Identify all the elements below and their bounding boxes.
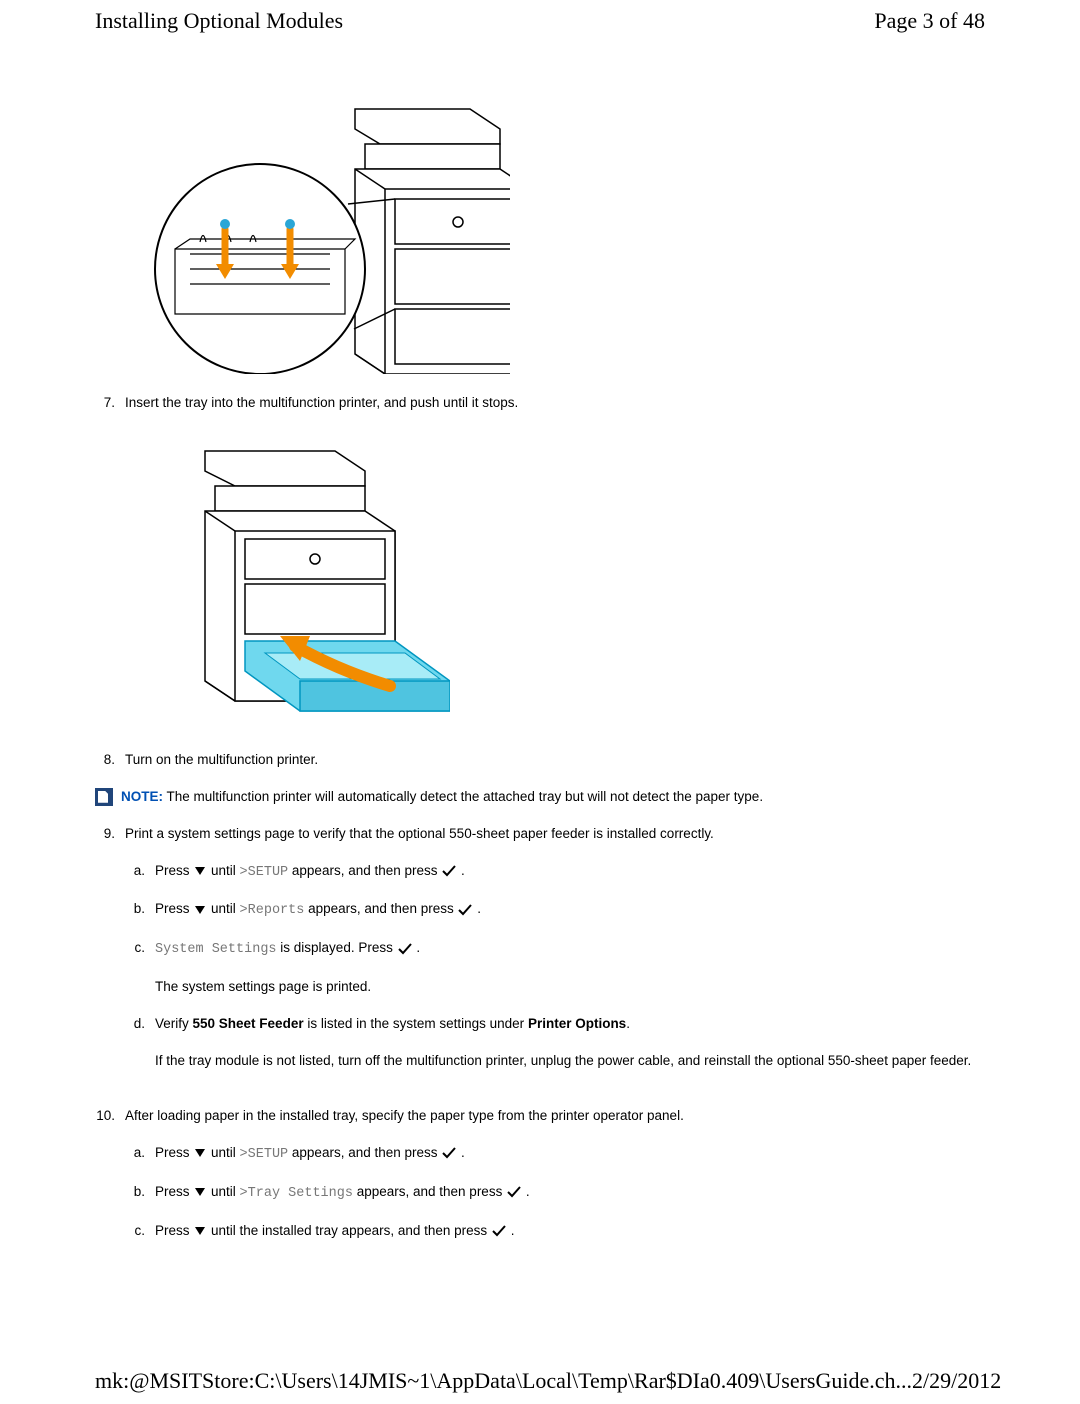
step-text: Turn on the multifunction printer.: [125, 751, 985, 770]
substep-number: c.: [125, 939, 155, 997]
substep-text: Press until >SETUP appears, and then pre…: [155, 1144, 985, 1165]
note-text: NOTE: The multifunction printer will aut…: [121, 788, 763, 807]
footer-date: 2/29/2012: [912, 1368, 1001, 1394]
substep-number: a.: [125, 862, 155, 883]
down-arrow-icon: [194, 1226, 206, 1236]
substep-text: Press until >Tray Settings appears, and …: [155, 1183, 985, 1204]
step-number: 10.: [95, 1107, 125, 1259]
step-text: Insert the tray into the multifunction p…: [125, 394, 985, 413]
page-indicator: Page 3 of 48: [874, 8, 985, 34]
figure-printer-tray: [150, 431, 985, 731]
check-icon: [492, 1225, 506, 1237]
substep-number: a.: [125, 1144, 155, 1165]
down-arrow-icon: [194, 1187, 206, 1197]
figure-printer-zoom: [130, 74, 985, 374]
step-number: 8.: [95, 751, 125, 770]
step-number: 7.: [95, 394, 125, 413]
substep-text: Verify 550 Sheet Feeder is listed in the…: [155, 1015, 985, 1071]
step-text: Print a system settings page to verify t…: [125, 825, 985, 1089]
step-text: After loading paper in the installed tra…: [125, 1107, 985, 1259]
check-icon: [442, 865, 456, 877]
substep-number: c.: [125, 1222, 155, 1241]
substep-number: d.: [125, 1015, 155, 1071]
footer-path: mk:@MSITStore:C:\Users\14JMIS~1\AppData\…: [95, 1368, 912, 1394]
check-icon: [507, 1186, 521, 1198]
page-title: Installing Optional Modules: [95, 8, 343, 34]
check-icon: [398, 943, 412, 955]
check-icon: [458, 904, 472, 916]
down-arrow-icon: [194, 905, 206, 915]
check-icon: [442, 1147, 456, 1159]
substep-text: Press until >Reports appears, and then p…: [155, 900, 985, 921]
down-arrow-icon: [194, 1148, 206, 1158]
substep-text: System Settings is displayed. Press . Th…: [155, 939, 985, 997]
note-icon: [95, 788, 113, 806]
substep-text: Press until >SETUP appears, and then pre…: [155, 862, 985, 883]
down-arrow-icon: [194, 866, 206, 876]
substep-number: b.: [125, 900, 155, 921]
substep-text: Press until the installed tray appears, …: [155, 1222, 985, 1241]
step-number: 9.: [95, 825, 125, 1089]
substep-number: b.: [125, 1183, 155, 1204]
